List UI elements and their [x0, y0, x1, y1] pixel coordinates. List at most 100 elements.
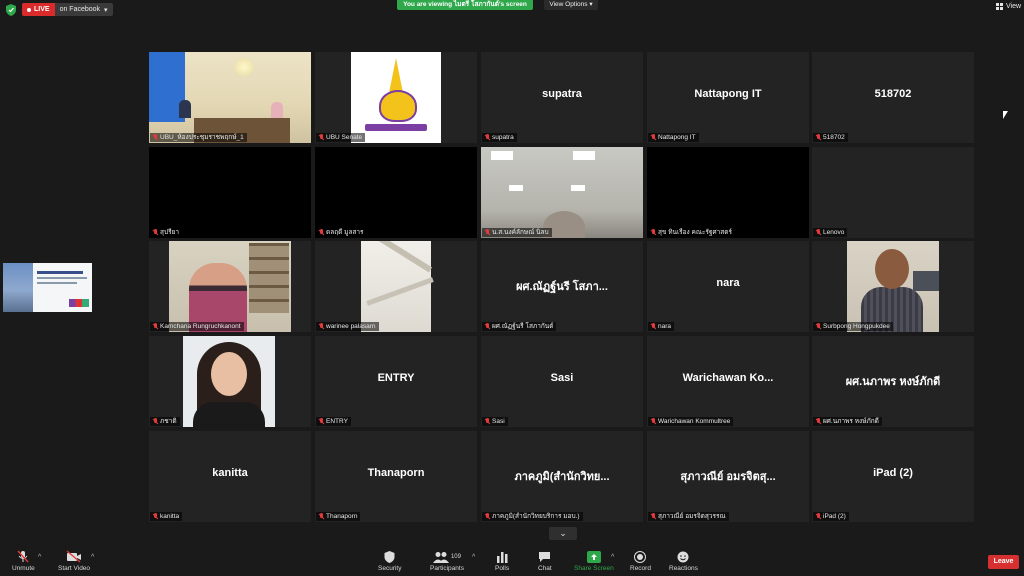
- participant-name: ดลฤดี มูลสาร: [326, 229, 364, 236]
- mouse-cursor: [1003, 111, 1008, 119]
- live-stream-badge[interactable]: LIVE on Facebook ▾: [22, 3, 113, 16]
- start-video-button[interactable]: Start Video: [58, 550, 90, 572]
- participant-tile[interactable]: iPad (2) iPad (2): [812, 431, 974, 522]
- mic-muted-icon: [650, 134, 656, 141]
- share-options-caret-icon[interactable]: ^: [611, 554, 614, 561]
- participant-display-name: kanitta: [212, 467, 248, 479]
- record-label: Record: [630, 565, 651, 572]
- participant-tile[interactable]: 518702 518702: [812, 52, 974, 143]
- participant-video: [183, 336, 275, 427]
- dropdown-caret-icon: ▾: [104, 6, 108, 14]
- participant-name: ผศ.ณัฏฐ์นรี โสภากันต์: [492, 323, 554, 330]
- participant-name: Warichawan Kommultree: [658, 418, 731, 425]
- participant-tile[interactable]: ENTRY ENTRY: [315, 336, 477, 427]
- shield-icon[interactable]: [6, 4, 16, 16]
- participant-display-name: 518702: [874, 88, 912, 100]
- participant-tile[interactable]: น.ส.นงค์ลักษณ์ นิลบ: [481, 147, 643, 238]
- participant-tile[interactable]: Nattapong IT Nattapong IT: [647, 52, 809, 143]
- participant-tile[interactable]: UBU Senate: [315, 52, 477, 143]
- participant-tile[interactable]: Sasi Sasi: [481, 336, 643, 427]
- view-options-button[interactable]: View Options ▾: [544, 0, 598, 10]
- participant-tile[interactable]: สุภาวณีย์ อมรจิตสุ... สุภาวณีย์ อมรจิตสุ…: [647, 431, 809, 522]
- participant-tile[interactable]: ภาคภูมิ(สำนักวิทย... ภาคภูมิ(สำนักวิทยบร…: [481, 431, 643, 522]
- participant-tile[interactable]: ภชาติ: [149, 336, 311, 427]
- mic-muted-icon: [152, 229, 158, 236]
- view-button[interactable]: View: [996, 3, 1021, 10]
- participant-video: [481, 147, 643, 238]
- participant-tile[interactable]: Lenovo: [812, 147, 974, 238]
- video-off-icon: [66, 550, 82, 563]
- participants-caret-icon[interactable]: ^: [472, 554, 475, 561]
- participant-name: ภชาติ: [160, 418, 177, 425]
- chat-button[interactable]: Chat: [538, 550, 552, 572]
- participant-tile[interactable]: Surbpong Hongpukdee: [812, 241, 974, 332]
- meeting-toolbar: Unmute ^ Start Video ^ Security 109 Part…: [0, 546, 1024, 576]
- polls-button[interactable]: Polls: [495, 550, 509, 572]
- participants-button[interactable]: 109 Participants: [430, 550, 464, 572]
- participant-tile[interactable]: kanitta kanitta: [149, 431, 311, 522]
- participant-name: supatra: [492, 134, 514, 141]
- mic-muted-icon: [318, 418, 324, 425]
- participant-name: 518702: [823, 134, 845, 141]
- mic-muted-icon: [484, 323, 490, 330]
- participants-icon: [432, 551, 449, 563]
- leave-button[interactable]: Leave: [988, 555, 1019, 569]
- participant-tile[interactable]: สุข ทินเรือง คณะรัฐศาสตร์: [647, 147, 809, 238]
- shared-screen-thumbnail[interactable]: [3, 263, 92, 312]
- security-button[interactable]: Security: [378, 550, 401, 572]
- participant-display-name: supatra: [542, 88, 582, 100]
- collapse-grid-button[interactable]: ⌄: [549, 527, 577, 540]
- audio-options-caret-icon[interactable]: ^: [38, 554, 41, 561]
- mic-muted-icon: [484, 418, 490, 425]
- unmute-button[interactable]: Unmute: [12, 550, 35, 572]
- participant-name: สุภาวณีย์ อมรจิตสุวรรณ: [658, 513, 726, 520]
- participant-display-name: Warichawan Ko...: [682, 372, 774, 384]
- reactions-label: Reactions: [669, 565, 698, 572]
- mic-muted-icon: [650, 323, 656, 330]
- polls-label: Polls: [495, 565, 510, 572]
- mic-muted-icon: [815, 513, 821, 520]
- record-button[interactable]: Record: [630, 550, 651, 572]
- share-screen-button[interactable]: Share Screen: [574, 550, 614, 572]
- participant-tile[interactable]: ผศ.ณัฏฐ์นรี โสภา... ผศ.ณัฏฐ์นรี โสภากันต…: [481, 241, 643, 332]
- participant-tile[interactable]: nara nara: [647, 241, 809, 332]
- participant-tile[interactable]: ผศ.นภาพร หงษ์ภักดี ผศ.นภาพร หงษ์ภักดี: [812, 336, 974, 427]
- mic-muted-icon: [318, 134, 324, 141]
- view-options-label: View Options: [549, 1, 588, 8]
- participant-video: [149, 52, 311, 143]
- participant-name: Surbpong Hongpukdee: [823, 323, 890, 330]
- participant-name: Sasi: [492, 418, 505, 425]
- mic-muted-icon: [815, 418, 821, 425]
- reactions-button[interactable]: Reactions: [669, 550, 698, 572]
- participant-tile[interactable]: supatra supatra: [481, 52, 643, 143]
- participant-name: ภาคภูมิ(สำนักวิทยบริการ มอบ.): [492, 513, 580, 520]
- mic-muted-icon: [650, 513, 656, 520]
- participant-name: ENTRY: [326, 418, 348, 425]
- security-label: Security: [378, 565, 402, 572]
- participant-tile[interactable]: UBU_ห้องประชุมราชพฤกษ์_1: [149, 52, 311, 143]
- share-screen-label: Share Screen: [574, 565, 614, 572]
- participant-tile[interactable]: สุปรียา: [149, 147, 311, 238]
- participant-name: UBU Senate: [326, 134, 363, 141]
- participant-tile[interactable]: Thanaporn Thanaporn: [315, 431, 477, 522]
- participant-video: [169, 241, 291, 332]
- mic-muted-icon: [318, 513, 324, 520]
- building-image: [3, 263, 33, 312]
- participant-tile[interactable]: warinee palasarn: [315, 241, 477, 332]
- participant-name: kanitta: [160, 513, 180, 520]
- mic-muted-icon: [815, 323, 821, 330]
- participant-name: Nattapong IT: [658, 134, 696, 141]
- participant-display-name: สุภาวณีย์ อมรจิตสุ...: [680, 471, 776, 483]
- participant-tile[interactable]: Warichawan Ko... Warichawan Kommultree: [647, 336, 809, 427]
- mic-muted-icon: [318, 323, 324, 330]
- participant-video: [351, 52, 441, 143]
- mic-muted-icon: [152, 513, 158, 520]
- participant-tile[interactable]: ดลฤดี มูลสาร: [315, 147, 477, 238]
- stream-target-label: on Facebook: [59, 6, 101, 13]
- participant-count: 109: [450, 553, 461, 560]
- participant-tile[interactable]: Kamchana Rungruchkanont: [149, 241, 311, 332]
- video-options-caret-icon[interactable]: ^: [91, 554, 94, 561]
- mic-muted-icon: [650, 229, 656, 236]
- logo-strip: [69, 299, 89, 307]
- participant-name: nara: [658, 323, 672, 330]
